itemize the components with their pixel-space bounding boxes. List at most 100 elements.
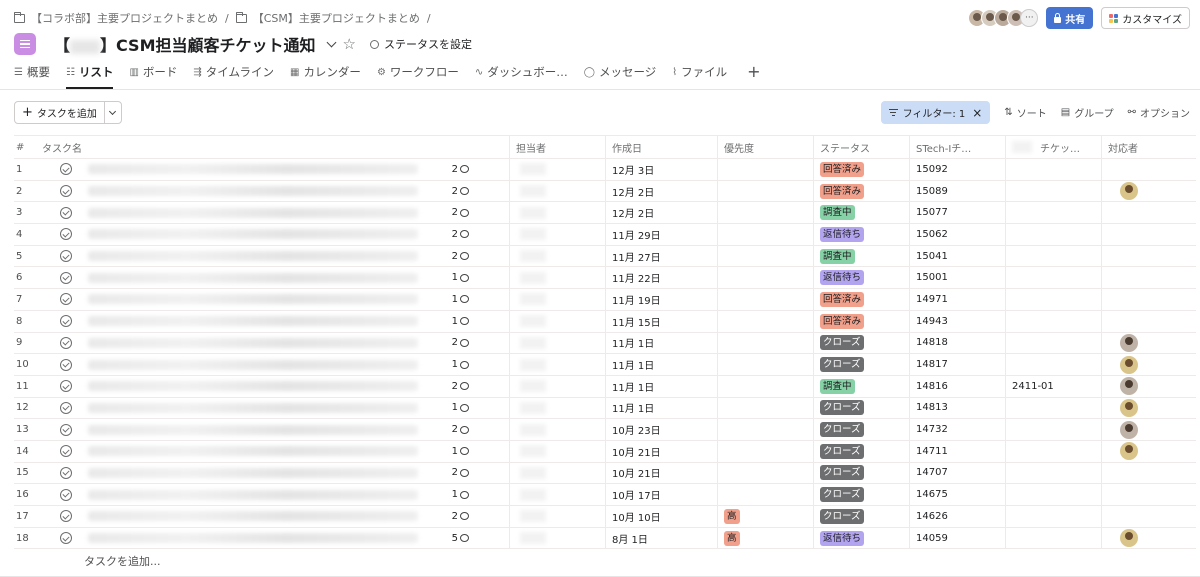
task-name-cell[interactable]: 1: [36, 267, 510, 289]
ticket-cell[interactable]: [1006, 397, 1102, 419]
comment-count[interactable]: 1: [452, 446, 469, 457]
comment-count[interactable]: 1: [452, 489, 469, 500]
responder-cell[interactable]: [1102, 484, 1196, 505]
assignee-cell[interactable]: [510, 462, 606, 484]
stech-cell[interactable]: 14971: [910, 289, 1006, 310]
table-row[interactable]: 14 1 10月 21日 クローズ 14711: [14, 440, 1196, 463]
priority-cell[interactable]: 高: [718, 527, 814, 549]
table-row[interactable]: 4 2 11月 29日 返信待ち 15062: [14, 224, 1196, 246]
comment-count[interactable]: 2: [452, 164, 469, 175]
table-row[interactable]: 17 2 10月 10日 高 クローズ 14626: [14, 506, 1196, 528]
assignee-cell[interactable]: [510, 506, 606, 527]
status-cell[interactable]: 返信待ち: [814, 224, 910, 245]
assignee-cell[interactable]: [510, 527, 606, 549]
tab-board[interactable]: ▥ ボード: [129, 63, 185, 89]
table-row[interactable]: 13 2 10月 23日 クローズ 14732: [14, 419, 1196, 441]
table-row[interactable]: 16 1 10月 17日 クローズ 14675: [14, 484, 1196, 506]
ticket-cell[interactable]: [1006, 310, 1102, 332]
status-cell[interactable]: 調査中: [814, 375, 910, 397]
comment-count[interactable]: 2: [452, 229, 469, 240]
table-row[interactable]: 11 2 11月 1日 調査中 14816 2411-01: [14, 375, 1196, 398]
task-name-cell[interactable]: 2: [36, 159, 510, 180]
avatar[interactable]: [1120, 355, 1138, 374]
ticket-cell[interactable]: [1006, 527, 1102, 549]
complete-check-icon[interactable]: [60, 271, 72, 284]
share-button[interactable]: 共有: [1046, 7, 1094, 29]
comment-count[interactable]: 2: [452, 186, 469, 197]
table-row[interactable]: 7 1 11月 19日 回答済み 14971: [14, 289, 1196, 311]
group-button[interactable]: ▤ グループ: [1061, 105, 1114, 120]
table-row[interactable]: 3 2 12月 2日 調査中 15077: [14, 202, 1196, 225]
tab-message[interactable]: ◯ メッセージ: [584, 63, 664, 89]
complete-check-icon[interactable]: [60, 206, 72, 219]
priority-cell[interactable]: [718, 397, 814, 419]
ticket-cell[interactable]: [1006, 267, 1102, 289]
priority-cell[interactable]: [718, 419, 814, 440]
tab-timeline[interactable]: ⇶ タイムライン: [193, 63, 282, 89]
member-avatars[interactable]: ···: [968, 9, 1039, 27]
ticket-cell[interactable]: [1006, 484, 1102, 505]
status-cell[interactable]: 回答済み: [814, 289, 910, 310]
avatar[interactable]: [1120, 333, 1138, 352]
complete-check-icon[interactable]: [60, 250, 72, 263]
assignee-cell[interactable]: [510, 289, 606, 310]
priority-cell[interactable]: [718, 484, 814, 505]
assignee-cell[interactable]: [510, 375, 606, 397]
table-row[interactable]: 8 1 11月 15日 回答済み 14943: [14, 310, 1196, 333]
task-name-cell[interactable]: 1: [36, 440, 510, 462]
column-header-responder[interactable]: 対応者: [1102, 136, 1196, 158]
ticket-cell[interactable]: [1006, 506, 1102, 527]
task-name-cell[interactable]: 2: [36, 419, 510, 440]
set-status-button[interactable]: ステータスを設定: [369, 36, 472, 52]
table-row[interactable]: 18 5 8月 1日 高 返信待ち 14059: [14, 527, 1196, 550]
avatar[interactable]: [1120, 529, 1138, 548]
responder-cell[interactable]: [1102, 289, 1196, 310]
priority-cell[interactable]: [718, 332, 814, 354]
responder-cell[interactable]: [1102, 354, 1196, 375]
column-header-assignee[interactable]: 担当者: [510, 136, 606, 158]
priority-cell[interactable]: [718, 440, 814, 462]
close-icon[interactable]: ×: [972, 106, 982, 120]
comment-count[interactable]: 2: [452, 207, 469, 218]
complete-check-icon[interactable]: [60, 358, 72, 371]
complete-check-icon[interactable]: [60, 510, 72, 523]
comment-count[interactable]: 1: [452, 272, 469, 283]
priority-cell[interactable]: [718, 180, 814, 202]
complete-check-icon[interactable]: [60, 488, 72, 501]
status-cell[interactable]: 返信待ち: [814, 267, 910, 289]
stech-cell[interactable]: 14626: [910, 506, 1006, 527]
complete-check-icon[interactable]: [60, 532, 72, 545]
assignee-cell[interactable]: [510, 310, 606, 332]
assignee-cell[interactable]: [510, 354, 606, 375]
assignee-cell[interactable]: [510, 202, 606, 224]
task-name-cell[interactable]: 2: [36, 332, 510, 354]
assignee-cell[interactable]: [510, 440, 606, 462]
task-name-cell[interactable]: 1: [36, 289, 510, 310]
priority-cell[interactable]: [718, 375, 814, 397]
table-row[interactable]: 12 1 11月 1日 クローズ 14813: [14, 397, 1196, 420]
status-cell[interactable]: クローズ: [814, 419, 910, 440]
table-row[interactable]: 2 2 12月 2日 回答済み 15089: [14, 180, 1196, 203]
status-cell[interactable]: クローズ: [814, 332, 910, 354]
priority-cell[interactable]: 高: [718, 506, 814, 527]
ticket-cell[interactable]: [1006, 289, 1102, 310]
tab-calendar[interactable]: ▦ カレンダー: [290, 63, 369, 89]
ticket-cell[interactable]: [1006, 224, 1102, 245]
complete-check-icon[interactable]: [60, 401, 72, 414]
priority-cell[interactable]: [718, 462, 814, 484]
stech-cell[interactable]: 15041: [910, 245, 1006, 267]
priority-cell[interactable]: [718, 245, 814, 267]
chevron-down-icon[interactable]: [326, 37, 336, 47]
ticket-cell[interactable]: [1006, 462, 1102, 484]
comment-count[interactable]: 2: [452, 511, 469, 522]
filter-chip[interactable]: フィルター: 1 ×: [880, 101, 991, 124]
comment-count[interactable]: 2: [452, 337, 469, 348]
add-task-dropdown[interactable]: [105, 102, 121, 123]
status-cell[interactable]: クローズ: [814, 354, 910, 375]
status-cell[interactable]: 回答済み: [814, 180, 910, 202]
comment-count[interactable]: 2: [452, 424, 469, 435]
complete-check-icon[interactable]: [60, 185, 72, 198]
comment-count[interactable]: 2: [452, 251, 469, 262]
task-name-cell[interactable]: 1: [36, 484, 510, 505]
priority-cell[interactable]: [718, 202, 814, 224]
